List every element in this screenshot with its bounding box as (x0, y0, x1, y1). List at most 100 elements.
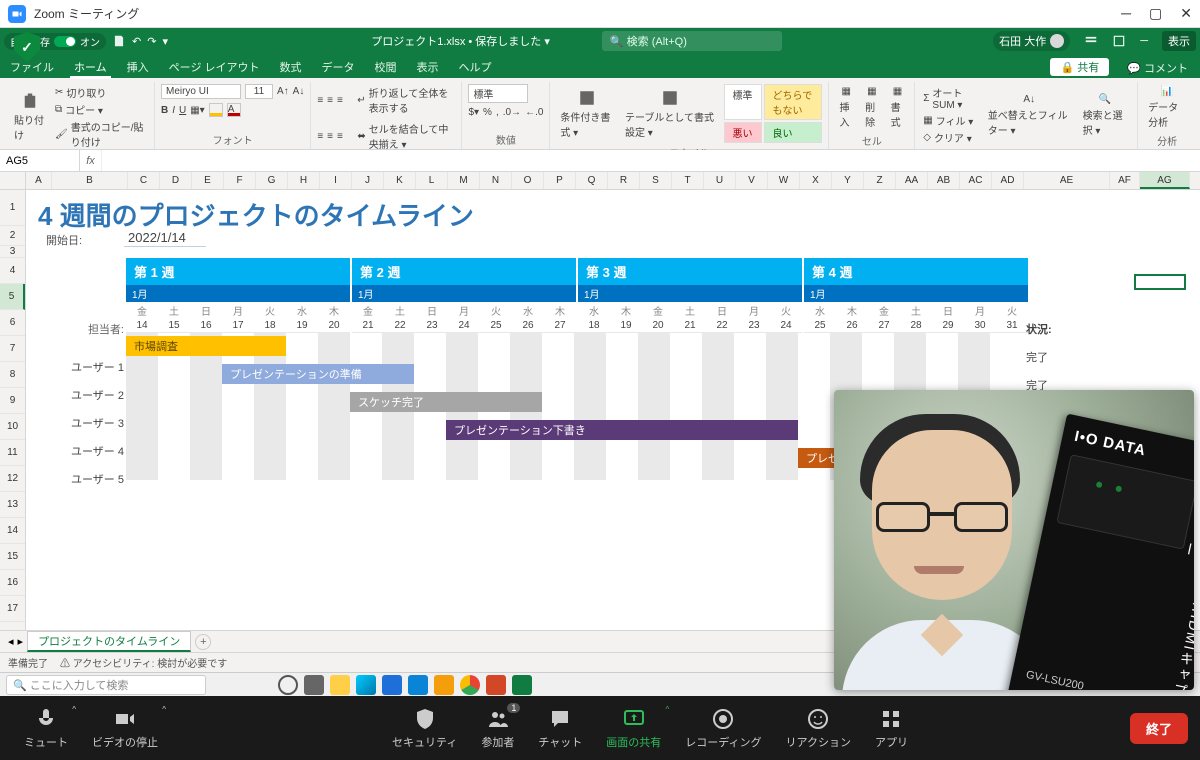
window-close-icon[interactable]: ✕ (1180, 5, 1192, 22)
taskbar-taskview-icon[interactable] (304, 675, 324, 695)
window-minimize-icon[interactable]: ─ (1121, 5, 1131, 22)
font-size-select[interactable]: 11 (245, 84, 273, 99)
col-header-AF[interactable]: AF (1110, 172, 1140, 189)
sheet-nav-next-icon[interactable]: ▸ (18, 635, 24, 648)
align-bottom-icon[interactable]: ≡ (337, 95, 343, 106)
clear-button[interactable]: ◇ クリア ▾ (921, 129, 980, 146)
align-middle-icon[interactable]: ≡ (327, 95, 333, 106)
fill-button[interactable]: ▦ フィル ▾ (921, 112, 980, 129)
row-header-12[interactable]: 12 (0, 466, 25, 492)
analyze-data-button[interactable]: 📊データ分析 (1144, 84, 1190, 131)
col-header-D[interactable]: D (160, 172, 192, 189)
col-header-AA[interactable]: AA (896, 172, 928, 189)
row-header-6[interactable]: 6 (0, 310, 25, 336)
status-accessibility[interactable]: ⚠ アクセシビリティ: 検討が必要です (60, 655, 227, 670)
number-format-select[interactable]: 標準 (468, 84, 528, 103)
name-box[interactable]: AG5 (0, 150, 80, 171)
autosum-button[interactable]: Σ オート SUM ▾ (921, 84, 980, 112)
participants-button[interactable]: 1参加者 (469, 703, 526, 754)
col-header-I[interactable]: I (320, 172, 352, 189)
row-header-5[interactable]: 5 (0, 284, 25, 310)
undo-icon[interactable]: ↶ (132, 35, 141, 48)
window-mode-icon[interactable] (1112, 34, 1126, 48)
taskbar-powerpoint-icon[interactable] (486, 675, 506, 695)
row-header-13[interactable]: 13 (0, 492, 25, 518)
comments-button[interactable]: 💬 コメント (1127, 60, 1188, 76)
row-header-3[interactable]: 3 (0, 246, 25, 258)
col-header-M[interactable]: M (448, 172, 480, 189)
format-cells-button[interactable]: ▦書式 (887, 84, 909, 131)
format-painter-button[interactable]: 🖌 書式のコピー/貼り付け (53, 118, 148, 150)
reactions-button[interactable]: リアクション (774, 703, 863, 754)
redo-icon[interactable]: ↷ (147, 35, 156, 48)
col-header-Q[interactable]: Q (576, 172, 608, 189)
excel-account-button[interactable]: 石田 大作 (993, 31, 1070, 51)
sheet-tab-active[interactable]: プロジェクトのタイムライン (27, 631, 191, 652)
ribbon-tab-ホーム[interactable]: ホーム (70, 55, 111, 78)
row-header-11[interactable]: 11 (0, 440, 25, 466)
excel-search-input[interactable]: 🔍 検索 (Alt+Q) (602, 31, 782, 51)
participant-video-tile[interactable]: I•O DATA デュアルHDMIキャプチャー GV-LSU200 (834, 390, 1194, 690)
ribbon-tab-校閲[interactable]: 校閲 (371, 55, 401, 78)
ribbon-tab-数式[interactable]: 数式 (276, 55, 306, 78)
font-color-button[interactable]: A (227, 103, 241, 117)
cell-style-good[interactable]: 良い (764, 122, 823, 143)
fx-icon[interactable]: fx (80, 150, 102, 171)
security-button[interactable]: セキュリティ (380, 703, 469, 754)
copy-button[interactable]: ⧉ コピー ▾ (53, 101, 148, 118)
excel-filename[interactable]: プロジェクト1.xlsx • 保存しました ▾ (371, 33, 550, 49)
mute-button[interactable]: ^ミュート (12, 703, 80, 754)
insert-cells-button[interactable]: ▦挿入 (835, 84, 857, 131)
ribbon-tab-ページ レイアウト[interactable]: ページ レイアウト (165, 55, 264, 78)
align-right-icon[interactable]: ≡ (337, 131, 343, 142)
col-header-H[interactable]: H (288, 172, 320, 189)
bold-button[interactable]: B (161, 105, 168, 116)
col-header-AG[interactable]: AG (1140, 172, 1190, 189)
excel-minimize-icon[interactable]: ─ (1140, 35, 1148, 47)
align-left-icon[interactable]: ≡ (317, 131, 323, 142)
col-header-K[interactable]: K (384, 172, 416, 189)
row-header-4[interactable]: 4 (0, 258, 25, 284)
select-all-corner[interactable] (0, 172, 26, 189)
format-as-table-button[interactable]: テーブルとして書式設定 ▾ (621, 87, 720, 141)
wrap-text-button[interactable]: ↵ 折り返して全体を表示する (355, 84, 455, 116)
fill-color-button[interactable] (209, 103, 223, 117)
paste-button[interactable]: 貼り付け (10, 90, 49, 144)
ribbon-tab-ヘルプ[interactable]: ヘルプ (455, 55, 496, 78)
col-header-J[interactable]: J (352, 172, 384, 189)
taskbar-cortana-icon[interactable] (278, 675, 298, 695)
excel-display-button[interactable]: 表示 (1162, 31, 1196, 51)
taskbar-excel-icon[interactable] (512, 675, 532, 695)
row-header-9[interactable]: 9 (0, 388, 25, 414)
apps-button[interactable]: アプリ (863, 703, 920, 754)
align-center-icon[interactable]: ≡ (327, 131, 333, 142)
start-date-value[interactable]: 2022/1/14 (124, 230, 206, 247)
col-header-F[interactable]: F (224, 172, 256, 189)
sheet-nav-prev-icon[interactable]: ◂ (8, 635, 14, 648)
share-screen-button[interactable]: ^画面の共有 (594, 703, 673, 754)
ribbon-tab-表示[interactable]: 表示 (413, 55, 443, 78)
font-name-select[interactable]: Meiryo UI (161, 84, 241, 99)
row-header-2[interactable]: 2 (0, 226, 25, 246)
align-top-icon[interactable]: ≡ (317, 95, 323, 106)
col-header-X[interactable]: X (800, 172, 832, 189)
row-header-17[interactable]: 17 (0, 596, 25, 622)
italic-button[interactable]: I (172, 105, 175, 116)
col-header-G[interactable]: G (256, 172, 288, 189)
cell-style-neutral[interactable]: どちらでもない (764, 84, 823, 120)
share-button[interactable]: 🔒 共有 (1050, 58, 1109, 76)
taskbar-chrome-icon[interactable] (460, 675, 480, 695)
row-header-7[interactable]: 7 (0, 336, 25, 362)
col-header-O[interactable]: O (512, 172, 544, 189)
border-button[interactable]: ▦▾ (190, 105, 204, 116)
record-button[interactable]: レコーディング (673, 703, 773, 754)
col-header-L[interactable]: L (416, 172, 448, 189)
row-header-15[interactable]: 15 (0, 544, 25, 570)
inc-decimal-icon[interactable]: .0→ (503, 107, 521, 118)
window-maximize-icon[interactable]: ▢ (1149, 5, 1162, 22)
col-header-R[interactable]: R (608, 172, 640, 189)
ribbon-mode-icon[interactable] (1084, 34, 1098, 48)
ribbon-tab-データ[interactable]: データ (318, 55, 359, 78)
formula-input[interactable] (102, 150, 1200, 171)
stop-video-button[interactable]: ^ビデオの停止 (80, 703, 170, 754)
